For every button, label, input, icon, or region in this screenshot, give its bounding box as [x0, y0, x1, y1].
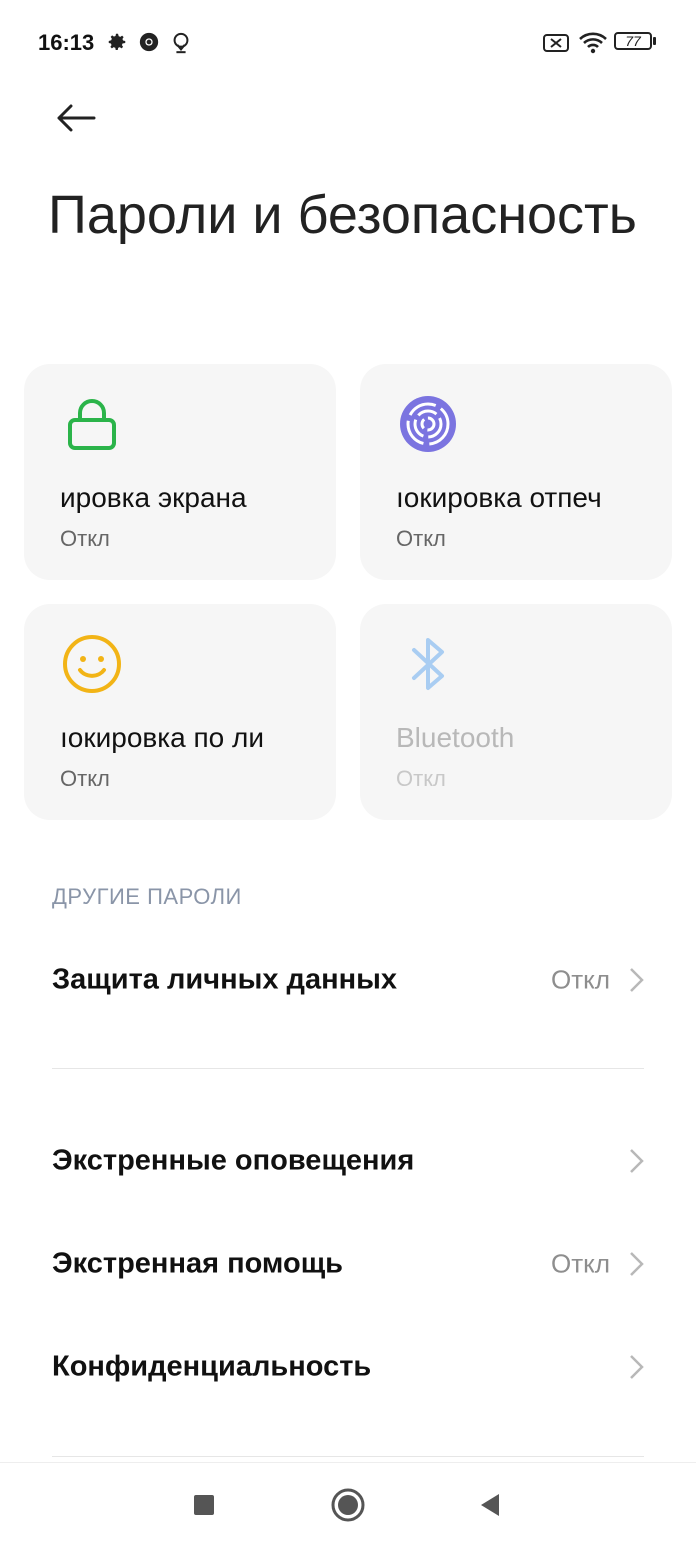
row-emergency-sos[interactable]: Экстренная помощь Откл: [0, 1219, 696, 1309]
tile-title: ıокировка отпеч: [396, 482, 602, 513]
row-privacy[interactable]: Конфиденциальность: [0, 1322, 696, 1412]
lock-icon: [68, 399, 116, 450]
row-personal-data-protection[interactable]: Защита личных данных Откл: [0, 935, 696, 1025]
recents-button[interactable]: [184, 1485, 224, 1525]
tile-title: ıокировка по ли: [60, 722, 264, 753]
row-label: Экстренная помощь: [52, 1247, 344, 1280]
status-bar: 16:13 77: [0, 0, 696, 86]
tile-face-unlock[interactable]: ıокировка по ли Откл: [24, 604, 336, 820]
location-pin-icon: [173, 32, 189, 54]
tile-status: Откл: [60, 526, 110, 551]
wifi-icon: [579, 32, 607, 54]
chevron-right-icon: [630, 968, 644, 992]
divider: [52, 1456, 644, 1457]
section-header-other-passwords: ДРУГИЕ ПАРОЛИ: [52, 884, 242, 909]
bluetooth-icon: [412, 638, 444, 690]
row-value: Откл: [551, 1248, 610, 1279]
back-triangle-icon: [481, 1494, 499, 1516]
sim-off-icon: [543, 34, 569, 52]
battery-icon: 77: [614, 32, 658, 52]
face-icon: [63, 635, 121, 693]
tile-status: Откл: [60, 766, 110, 791]
page-title: Пароли и безопасность: [48, 185, 637, 245]
navigation-bar: [0, 1462, 696, 1547]
row-emergency-alerts[interactable]: Экстренные оповещения: [0, 1116, 696, 1206]
nav-back-button[interactable]: [470, 1485, 510, 1525]
divider: [52, 1068, 644, 1069]
row-value: Откл: [551, 964, 610, 995]
arrow-left-icon: [57, 104, 96, 132]
fingerprint-icon: [400, 396, 456, 452]
chevron-right-icon: [630, 1355, 644, 1379]
gear-icon: [108, 33, 126, 50]
row-label: Экстренные оповещения: [52, 1144, 415, 1177]
tile-screen-lock[interactable]: ировка экрана Откл: [24, 364, 336, 580]
chevron-right-icon: [630, 1252, 644, 1276]
row-label: Защита личных данных: [52, 963, 397, 996]
tile-status: Откл: [396, 766, 446, 791]
status-time: 16:13: [38, 30, 95, 55]
home-button[interactable]: [328, 1485, 368, 1525]
chrome-icon: [139, 32, 159, 52]
recents-square-icon: [194, 1495, 214, 1515]
chevron-right-icon: [630, 1149, 644, 1173]
tile-title: ировка экрана: [60, 482, 247, 513]
row-label: Конфиденциальность: [52, 1350, 372, 1383]
tile-status: Откл: [396, 526, 446, 551]
battery-level: 77: [625, 33, 641, 49]
tile-bluetooth[interactable]: Bluetooth Откл: [360, 604, 672, 820]
back-button[interactable]: [48, 96, 104, 140]
tile-fingerprint-lock[interactable]: ıокировка отпеч Откл: [360, 364, 672, 580]
tile-title: Bluetooth: [396, 722, 515, 753]
home-circle-icon: [331, 1488, 365, 1522]
